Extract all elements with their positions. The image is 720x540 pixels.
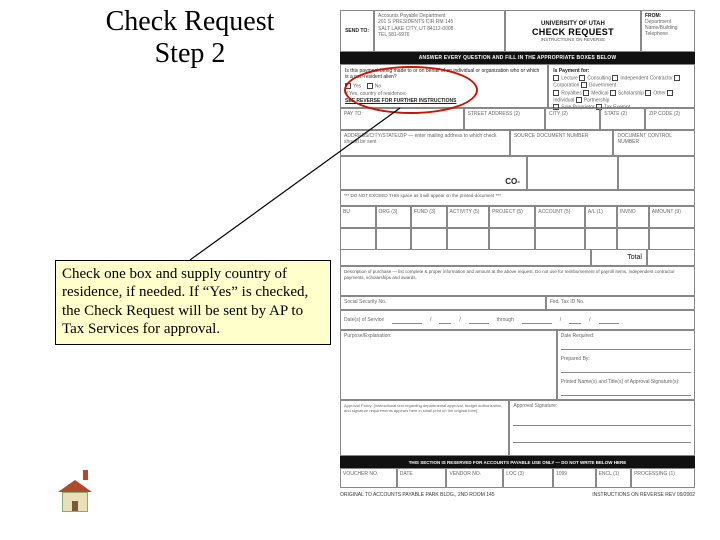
instruction-note-text: Check one box and supply country of resi… bbox=[62, 266, 308, 337]
header-blackbar: ANSWER EVERY QUESTION AND FILL IN THE AP… bbox=[340, 52, 695, 64]
co-instruction: *** DO NOT EXCEED THIS space as it will … bbox=[340, 190, 695, 206]
accounting-codes-header: BU ORG (3) FUND (3) ACTIVITY (5) PROJECT… bbox=[340, 206, 695, 228]
source-doc-number: SOURCE DOCUMENT NUMBER bbox=[510, 130, 614, 156]
footer-left: ORIGINAL TO ACCOUNTS PAYABLE PARK BLDG.,… bbox=[340, 492, 495, 498]
sendto-address: Accounts Payable Department 201 S PRESID… bbox=[374, 10, 505, 52]
fedtaxid-label: Fed. Tax ID No. bbox=[546, 296, 695, 310]
from-block: FROM: Department Name/Building Telephone bbox=[641, 10, 695, 52]
service-dates: Date(s) of Service // through // bbox=[340, 310, 695, 330]
total-label: Total bbox=[591, 250, 647, 266]
approval-policy: Approval Policy: [instructional text reg… bbox=[340, 400, 509, 456]
checkbox-yes[interactable] bbox=[345, 83, 351, 89]
sendto-label: SEND TO: bbox=[340, 10, 374, 52]
ap-only-row: VOUCHER NO. DATE VENDOR NO. LOC (3) 1099… bbox=[340, 468, 695, 488]
approval-signature: Approval Signature: bbox=[509, 400, 695, 456]
form-title-block: UNIVERSITY OF UTAH CHECK REQUEST INSTRUC… bbox=[505, 10, 641, 52]
total-row: Total bbox=[340, 250, 695, 266]
prepared-block: Date Required: Prepared By: Printed Name… bbox=[557, 330, 695, 400]
home-icon[interactable] bbox=[58, 480, 92, 514]
form-subtitle: INSTRUCTIONS ON REVERSE bbox=[541, 37, 606, 42]
nonresident-question: Is this payment being made to or on beha… bbox=[340, 64, 548, 108]
payto-label: PAY TO: bbox=[340, 108, 464, 130]
title-line-1: Check Request bbox=[106, 6, 275, 37]
ssn-label: Social Security No. bbox=[340, 296, 546, 310]
doc-control-number: DOCUMENT CONTROL NUMBER bbox=[613, 130, 695, 156]
accounting-codes-row bbox=[340, 228, 695, 250]
state: STATE (2) bbox=[600, 108, 645, 130]
mailing-address: ADDRESS/CITY/STATE/ZIP — enter mailing a… bbox=[340, 130, 510, 156]
title-line-2: Step 2 bbox=[155, 38, 226, 69]
check-request-form: SEND TO: Accounts Payable Department 201… bbox=[340, 10, 695, 510]
footer-right: INSTRUCTIONS ON REVERSE REV 09/2002 bbox=[592, 492, 695, 498]
checkbox-no[interactable] bbox=[367, 83, 373, 89]
purpose-block: Purpose/Explanation: bbox=[340, 330, 557, 400]
description-instructions: Description of purchase — list complete … bbox=[340, 266, 695, 296]
form-title: CHECK REQUEST bbox=[532, 27, 614, 37]
ap-only-bar: THIS SECTION IS RESERVED FOR ACCOUNTS PA… bbox=[340, 456, 695, 468]
zip: ZIP CODE (2) bbox=[645, 108, 695, 130]
city: CITY (2) bbox=[545, 108, 600, 130]
instruction-note: Check one box and supply country of resi… bbox=[55, 260, 331, 345]
street-address: STREET ADDRESS (2) bbox=[464, 108, 546, 130]
form-footer: ORIGINAL TO ACCOUNTS PAYABLE PARK BLDG.,… bbox=[340, 488, 695, 498]
payment-for-block: Is Payment for: Lecture Consulting Indep… bbox=[548, 64, 695, 108]
slide-title: Check Request Step 2 bbox=[80, 6, 300, 70]
co-prefix: CO- bbox=[340, 156, 527, 190]
